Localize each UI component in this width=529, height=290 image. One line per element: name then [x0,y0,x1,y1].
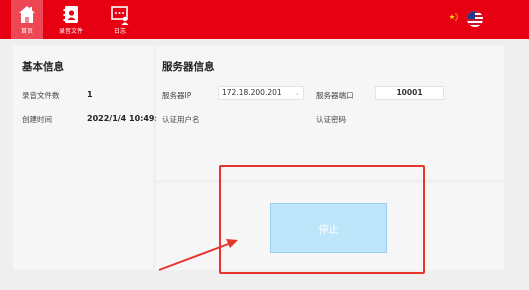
created-time-value: 2022/1/4 10:49: [87,114,158,123]
nav-log[interactable]: 日志 [104,0,136,39]
stop-button[interactable]: 停止 [270,203,387,253]
basic-info-card: 基本信息 录音文件数 1 创建时间 2022/1/4 10:49: [13,46,158,270]
recording-files-icon [63,6,78,23]
record-count-value: 1 [87,90,93,99]
us-flag-icon[interactable] [467,11,483,27]
auth-password-label: 认证密码 [316,115,346,124]
top-navigation-bar: 首页 录音文件 日志 [0,0,529,39]
nav-home[interactable]: 首页 [11,0,43,39]
server-ip-label: 服务器IP [162,91,192,100]
nav-log-label: 日志 [113,28,126,35]
nav-recording-files[interactable]: 录音文件 [55,0,87,39]
created-time-label: 创建时间 [22,115,52,124]
server-port-label: 服务器端口 [316,91,354,100]
china-flag-icon[interactable] [447,11,463,27]
auth-username-label: 认证用户名 [162,115,200,124]
log-icon [111,6,129,25]
home-icon [19,6,35,23]
nav-home-label: 首页 [20,28,33,35]
record-count-label: 录音文件数 [22,91,60,100]
basic-info-title: 基本信息 [22,61,64,73]
server-info-title: 服务器信息 [162,61,215,73]
nav-recording-files-label: 录音文件 [58,28,83,35]
server-ip-value: 172.18.200.201 [222,88,282,97]
server-port-field[interactable]: 10001 [375,86,444,100]
server-ip-field[interactable]: 172.18.200.201 ⌄ [218,86,304,100]
dropdown-arrow-icon: ⌄ [294,89,300,97]
server-info-card: 服务器信息 服务器IP 172.18.200.201 ⌄ 服务器端口 10001 … [156,46,504,180]
